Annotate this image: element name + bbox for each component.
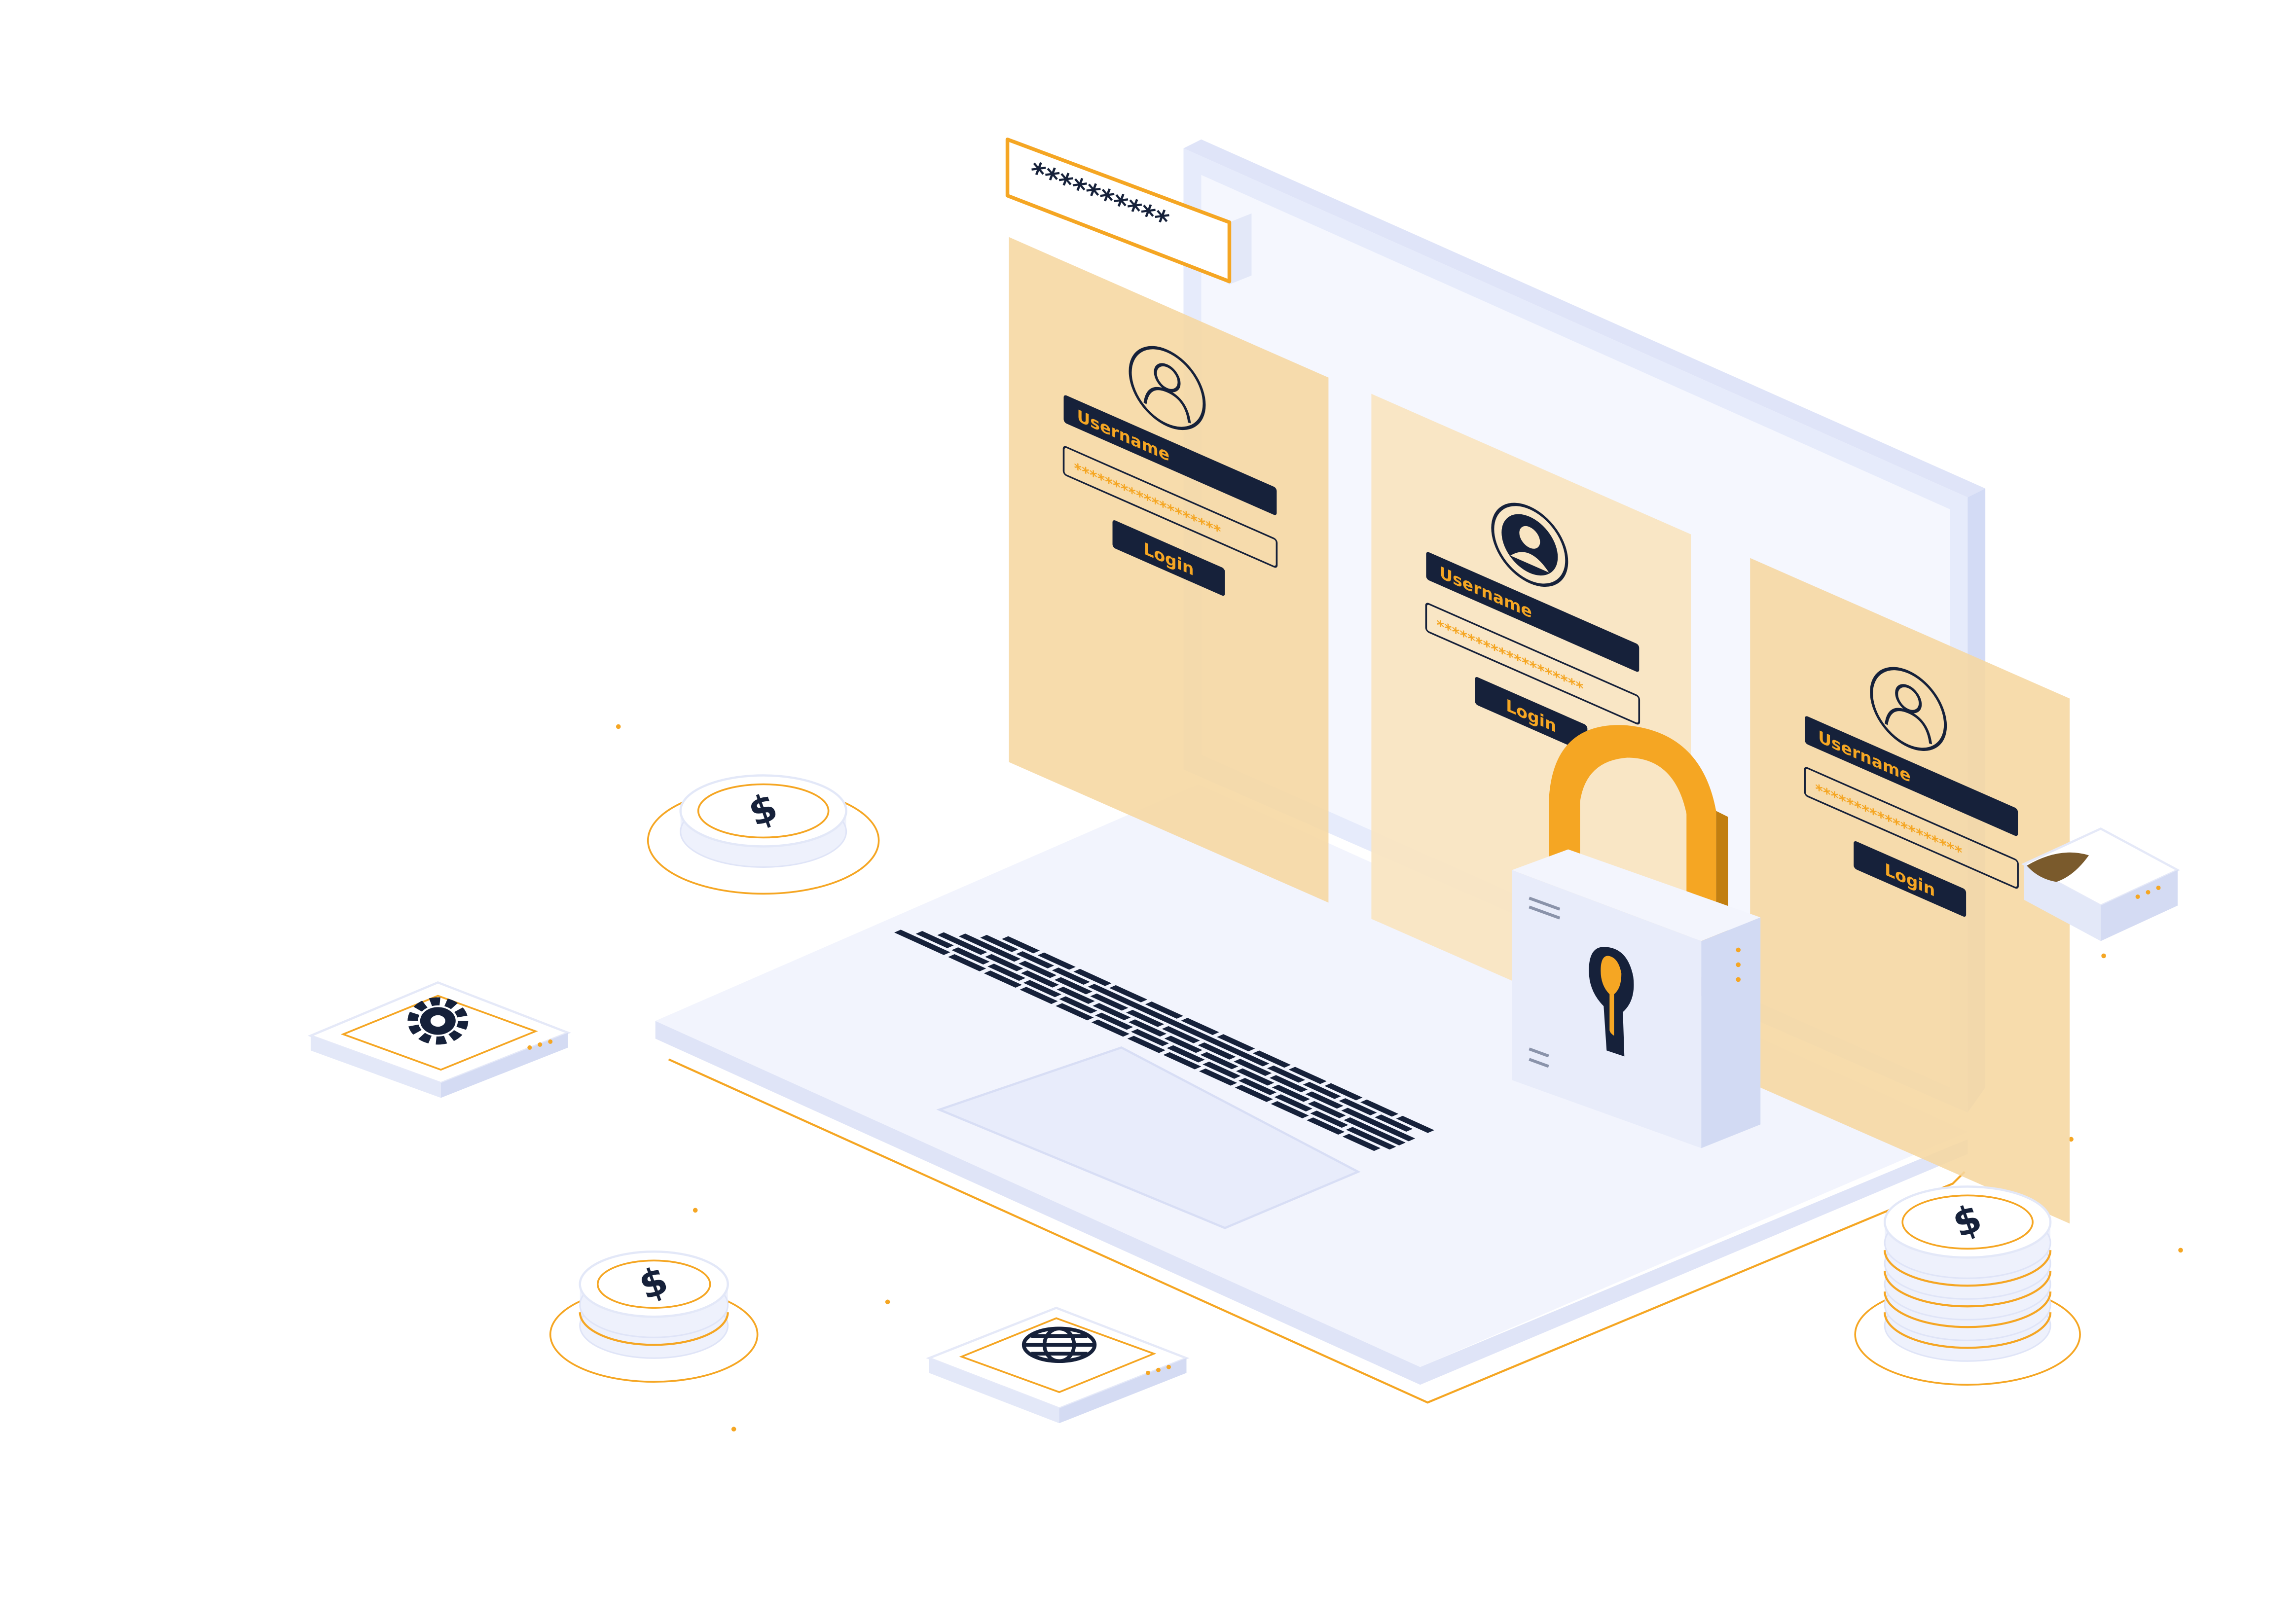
globe-tile[interactable] — [926, 1306, 1190, 1424]
illustration-canvas: ********** Username ******************* Lo… — [0, 0, 2296, 1607]
coin-stack: $ — [1854, 1185, 2081, 1386]
coin-stack: $ — [647, 774, 880, 895]
gear-tile[interactable] — [307, 981, 571, 1098]
coin-stack: $ — [549, 1251, 759, 1383]
security-illustration: ********** Username*******************Lo… — [307, 138, 2183, 1432]
